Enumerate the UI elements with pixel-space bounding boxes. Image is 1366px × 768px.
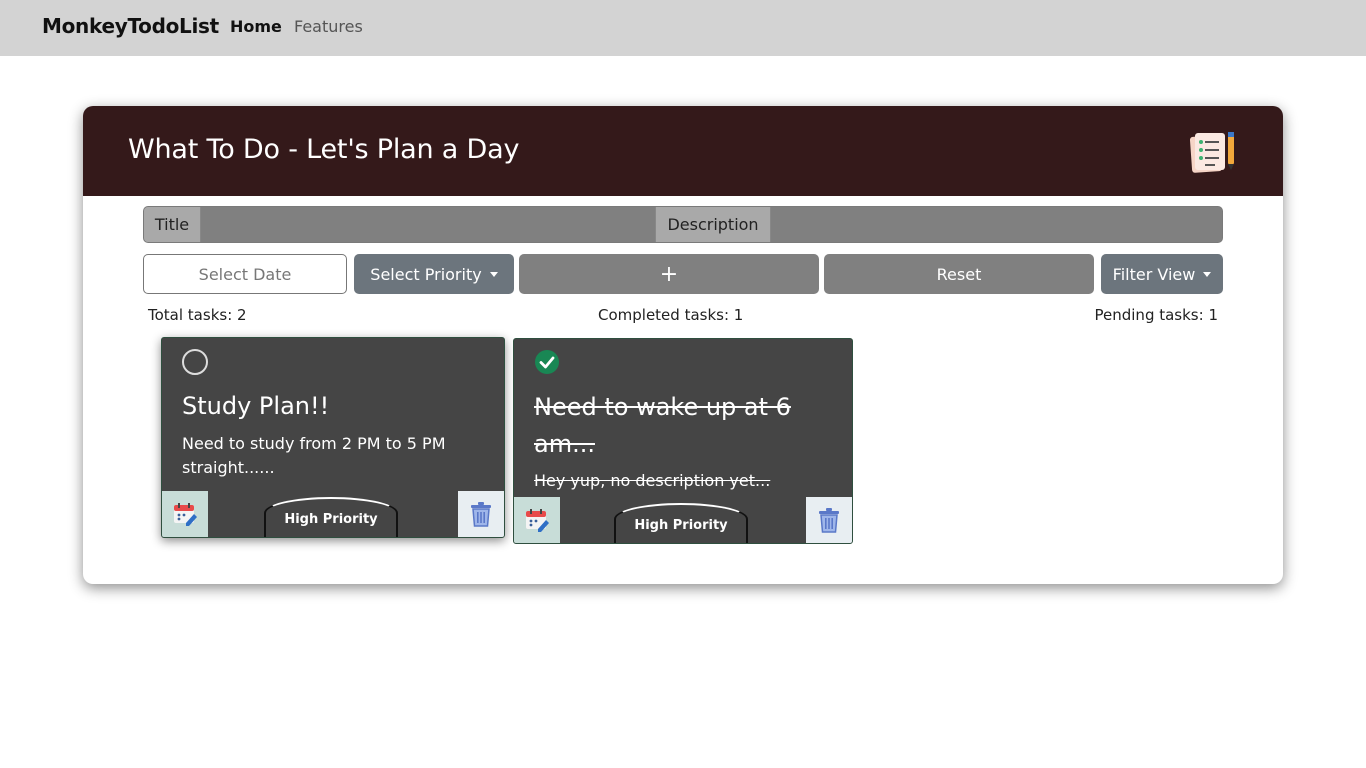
task-description: Need to study from 2 PM to 5 PM straight… <box>182 434 446 477</box>
delete-task-button[interactable] <box>458 491 504 537</box>
priority-badge: High Priority <box>264 497 398 537</box>
select-priority-dropdown[interactable]: Select Priority <box>354 254 514 294</box>
check-icon <box>539 356 555 369</box>
title-label: Title <box>144 207 201 242</box>
trash-icon <box>471 502 491 527</box>
trash-icon <box>819 508 839 533</box>
task-description: Hey yup, no description yet... <box>534 471 771 490</box>
select-priority-label: Select Priority <box>370 264 482 284</box>
calendar-edit-icon <box>526 509 549 532</box>
caret-down-icon <box>489 271 498 277</box>
task-incomplete-checkbox[interactable] <box>182 349 208 375</box>
brand-logo-text[interactable]: MonkeyTodoList <box>42 14 219 38</box>
page-title: What To Do - Let's Plan a Day <box>128 134 520 165</box>
task-card: Need to wake up at 6 am... Hey yup, no d… <box>513 338 853 544</box>
checklist-notepad-icon <box>1189 132 1234 173</box>
todo-panel: What To Do - Let's Plan a Day Title Desc… <box>83 106 1283 584</box>
calendar-edit-icon <box>174 503 197 526</box>
filter-view-dropdown[interactable]: Filter View <box>1101 254 1223 294</box>
task-complete-checkbox[interactable] <box>535 350 559 374</box>
nav-link-home[interactable]: Home <box>230 17 282 36</box>
completed-tasks-count: Completed tasks: 1 <box>598 306 744 324</box>
date-input[interactable]: Select Date <box>143 254 347 294</box>
panel-header: What To Do - Let's Plan a Day <box>83 106 1283 196</box>
reset-button[interactable]: Reset <box>824 254 1094 294</box>
description-label: Description <box>655 207 771 242</box>
task-title: Need to wake up at 6 am... <box>534 393 791 458</box>
filter-view-label: Filter View <box>1112 264 1196 284</box>
add-task-button[interactable]: + <box>519 254 819 294</box>
delete-task-button[interactable] <box>806 497 852 543</box>
pending-tasks-count: Pending tasks: 1 <box>1094 306 1219 324</box>
task-title: Study Plan!! <box>182 392 330 420</box>
nav-link-features[interactable]: Features <box>294 17 363 36</box>
title-input[interactable] <box>202 207 654 242</box>
caret-down-icon <box>1203 271 1212 277</box>
priority-badge: High Priority <box>614 503 748 543</box>
total-tasks-count: Total tasks: 2 <box>148 306 247 324</box>
navbar: MonkeyTodoList Home Features <box>0 0 1366 56</box>
task-input-group: Title Description <box>143 206 1223 243</box>
edit-date-button[interactable] <box>162 491 208 537</box>
task-card: Study Plan!! Need to study from 2 PM to … <box>161 337 505 538</box>
description-input[interactable] <box>772 207 1222 242</box>
edit-date-button[interactable] <box>514 497 560 543</box>
